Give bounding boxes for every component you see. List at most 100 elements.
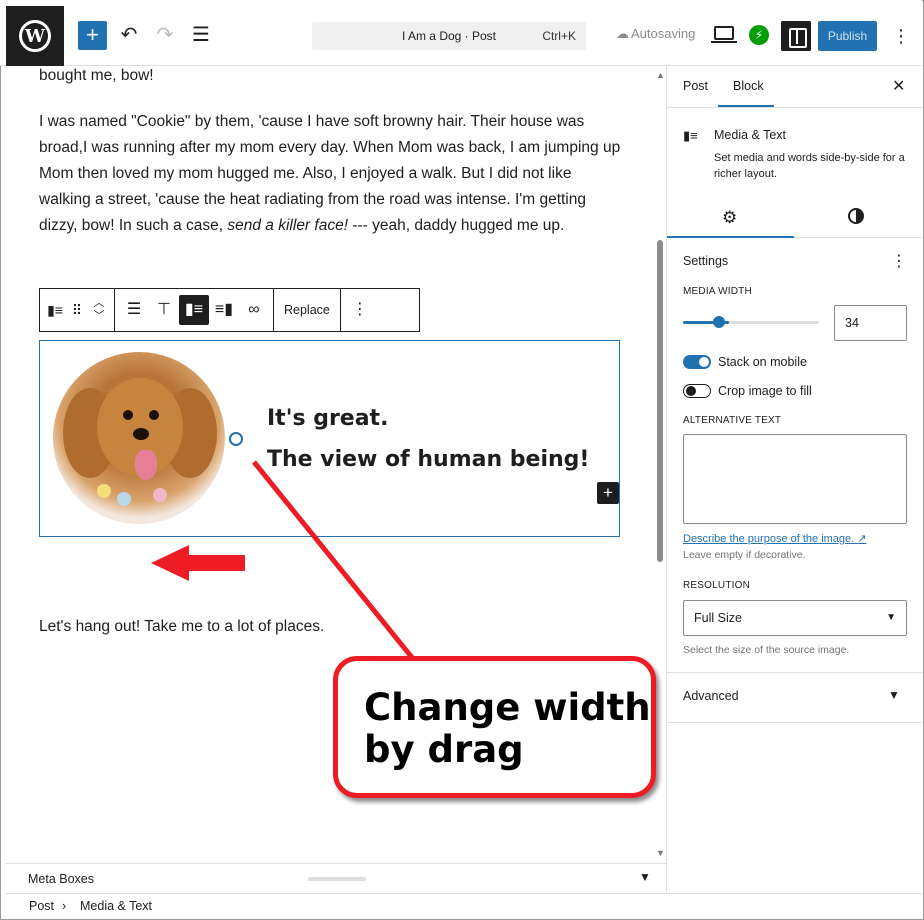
add-block-icon[interactable]: + bbox=[597, 482, 619, 504]
undo-icon[interactable]: ↶ bbox=[118, 24, 140, 46]
block-switcher-group: ▮≡ ⠿ ︿ ﹀ bbox=[40, 289, 115, 331]
block-inserter-button[interactable]: + bbox=[78, 21, 107, 50]
alt-text-label: ALTERNATIVE TEXT bbox=[683, 415, 782, 426]
alignment-group: ☰ ⊤ ▮≡ ≡▮ ∞ bbox=[115, 289, 274, 331]
media-left-icon[interactable]: ▮≡ bbox=[179, 295, 209, 325]
media-width-label: MEDIA WIDTH bbox=[683, 286, 752, 297]
media-right-icon[interactable]: ≡▮ bbox=[209, 295, 239, 325]
dog-eye bbox=[123, 410, 133, 420]
scroll-down-icon[interactable]: ▼ bbox=[656, 848, 665, 858]
flower bbox=[97, 484, 111, 498]
stack-on-mobile-toggle[interactable] bbox=[683, 355, 711, 369]
toggle-knob bbox=[699, 357, 709, 367]
block-card: ▮≡ Media & Text Set media and words side… bbox=[667, 108, 923, 202]
drag-direction-arrow-icon bbox=[151, 545, 245, 581]
chevron-down-icon[interactable]: ▼ bbox=[639, 870, 651, 884]
autosave-label: Autosaving bbox=[631, 26, 696, 41]
alt-text-help-link[interactable]: Describe the purpose of the image. ↗ bbox=[683, 532, 867, 545]
media-text-heading[interactable]: The view of human being! bbox=[267, 446, 589, 474]
scroll-up-icon[interactable]: ▲ bbox=[656, 70, 665, 80]
tab-post[interactable]: Post bbox=[683, 79, 708, 93]
vertical-align-top-icon[interactable]: ⊤ bbox=[149, 295, 179, 325]
alt-text-hint: Leave empty if decorative. bbox=[683, 549, 806, 561]
media-resize-handle[interactable] bbox=[229, 432, 243, 446]
media-text-block-icon[interactable]: ▮≡ bbox=[44, 295, 66, 325]
replace-group: Replace bbox=[274, 289, 341, 331]
active-tab-indicator bbox=[718, 105, 774, 107]
wordpress-icon: W bbox=[19, 20, 51, 52]
tab-block[interactable]: Block bbox=[733, 79, 764, 93]
block-toolbar: ▮≡ ⠿ ︿ ﹀ ☰ ⊤ ▮≡ ≡▮ ∞ Replace ⋮ bbox=[39, 288, 420, 332]
options-menu-icon[interactable]: ⋮ bbox=[892, 22, 910, 50]
editor-top-bar: W + ↶ ↷ ☰ I Am a Dog · Post Ctrl+K ☁ Auto… bbox=[0, 0, 922, 66]
more-group: ⋮ bbox=[341, 289, 379, 331]
block-card-title: Media & Text bbox=[714, 128, 787, 142]
callout-line: by drag bbox=[364, 728, 524, 771]
redo-icon[interactable]: ↷ bbox=[154, 24, 176, 46]
meta-boxes-panel[interactable]: Meta Boxes ▼ bbox=[6, 863, 666, 893]
breadcrumb-item-post[interactable]: Post bbox=[29, 899, 54, 913]
slider-thumb[interactable] bbox=[713, 316, 725, 328]
view-desktop-icon[interactable] bbox=[711, 26, 737, 43]
shortcut-hint: Ctrl+K bbox=[542, 29, 576, 43]
alt-text-field[interactable] bbox=[683, 434, 907, 524]
inspector-tabs: ⚙ bbox=[667, 202, 923, 238]
paragraph-text: --- yeah, daddy hugged me up. bbox=[348, 217, 565, 234]
advanced-panel-toggle[interactable]: Advanced bbox=[683, 689, 739, 703]
wordpress-logo-button[interactable]: W bbox=[6, 6, 64, 66]
chevron-down-icon[interactable]: ▼ bbox=[888, 688, 900, 702]
active-tab-indicator bbox=[667, 236, 794, 238]
paragraph-block[interactable]: bought me, bow! bbox=[39, 66, 621, 89]
paragraph-text: I was named "Cookie" by them, 'cause I h… bbox=[39, 113, 621, 234]
paragraph-emphasis: send a killer face! bbox=[227, 217, 349, 234]
close-icon[interactable]: ✕ bbox=[892, 76, 905, 96]
cloud-icon: ☁ bbox=[616, 26, 629, 41]
divider bbox=[667, 672, 923, 673]
more-options-icon[interactable]: ⋮ bbox=[345, 295, 375, 325]
resolution-select[interactable]: Full Size ▼ bbox=[683, 600, 907, 636]
resolution-value: Full Size bbox=[694, 611, 742, 625]
resolution-label: RESOLUTION bbox=[683, 580, 751, 591]
block-card-description: Set media and words side-by-side for a r… bbox=[714, 152, 905, 180]
autosave-status: ☁ Autosaving bbox=[616, 26, 695, 42]
crop-image-toggle[interactable] bbox=[683, 384, 711, 398]
toggle-knob bbox=[686, 386, 696, 396]
meta-boxes-label: Meta Boxes bbox=[28, 872, 95, 886]
paragraph-block[interactable]: I was named "Cookie" by them, 'cause I h… bbox=[39, 109, 621, 239]
settings-title: Settings bbox=[683, 254, 729, 268]
alt-text-link-label: Describe the purpose of the image. bbox=[683, 533, 855, 545]
callout-line: Change width bbox=[364, 686, 651, 729]
dog-image[interactable] bbox=[53, 352, 225, 524]
dog-tongue bbox=[135, 450, 157, 480]
link-icon[interactable]: ∞ bbox=[239, 295, 269, 325]
flower bbox=[153, 488, 167, 502]
replace-button[interactable]: Replace bbox=[278, 303, 336, 317]
flower bbox=[117, 492, 131, 506]
gear-icon[interactable]: ⚙ bbox=[722, 208, 737, 228]
move-up-down-icon[interactable]: ︿ ﹀ bbox=[88, 295, 110, 325]
command-palette-bar[interactable]: I Am a Dog · Post Ctrl+K bbox=[312, 22, 586, 50]
jetpack-icon[interactable]: ⚡ bbox=[749, 25, 769, 45]
external-link-icon: ↗ bbox=[857, 533, 867, 545]
resolution-hint: Select the size of the source image. bbox=[683, 644, 850, 656]
document-overview-icon[interactable]: ☰ bbox=[190, 24, 212, 46]
resize-handle[interactable] bbox=[308, 877, 366, 881]
editor-scrollbar[interactable] bbox=[657, 240, 663, 562]
dog-eye bbox=[149, 410, 159, 420]
align-wide-icon[interactable]: ☰ bbox=[119, 295, 149, 325]
settings-options-icon[interactable]: ⋮ bbox=[891, 251, 907, 271]
styles-icon[interactable] bbox=[848, 208, 864, 224]
publish-button[interactable]: Publish bbox=[818, 21, 877, 51]
divider bbox=[667, 722, 923, 723]
media-width-input[interactable]: 34 bbox=[834, 305, 907, 341]
settings-panel-toggle[interactable] bbox=[781, 21, 811, 51]
breadcrumb-item-media-text[interactable]: Media & Text bbox=[80, 899, 152, 913]
stack-on-mobile-label: Stack on mobile bbox=[718, 355, 807, 369]
media-text-heading[interactable]: It's great. bbox=[267, 405, 388, 433]
media-width-slider[interactable] bbox=[683, 321, 819, 324]
drag-handle-icon[interactable]: ⠿ bbox=[66, 295, 88, 325]
media-text-block[interactable]: It's great. The view of human being! + bbox=[39, 340, 620, 537]
settings-sidebar: Post Block ✕ ▮≡ Media & Text Set media a… bbox=[666, 66, 923, 893]
paragraph-block[interactable]: Let's hang out! Take me to a lot of plac… bbox=[39, 614, 621, 640]
media-text-block-icon: ▮≡ bbox=[683, 128, 698, 143]
